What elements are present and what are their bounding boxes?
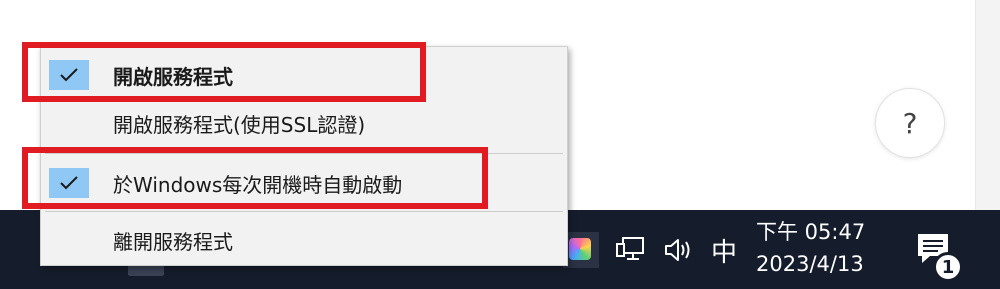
menu-item-start-service-ssl[interactable]: 開啟服務程式(使用SSL認證): [41, 103, 567, 143]
menu-item-label: 離開服務程式: [113, 229, 233, 254]
volume-icon[interactable]: [660, 232, 696, 268]
clock-time: 下午 05:47: [756, 220, 866, 244]
page-scrollbar[interactable]: [975, 0, 1000, 210]
notification-count-badge: 1: [933, 252, 963, 282]
network-icon[interactable]: [612, 232, 650, 268]
menu-separator: [45, 211, 563, 212]
app-tray-icon[interactable]: [569, 238, 591, 260]
taskbar-clock[interactable]: 下午 05:47 2023/4/13: [756, 216, 886, 282]
ime-indicator[interactable]: 中: [704, 230, 744, 270]
highlight-box: [22, 147, 488, 209]
menu-item-label: 開啟服務程式(使用SSL認證): [113, 112, 366, 137]
highlight-box: [22, 42, 426, 102]
clock-date: 2023/4/13: [756, 252, 864, 276]
help-button[interactable]: ?: [875, 88, 945, 158]
menu-item-exit-service[interactable]: 離開服務程式: [41, 220, 567, 260]
screenshot: ? 中 下午 05:47 2023/4/13 1 開啟服務程式 開啟服務程式(使…: [0, 0, 1000, 289]
help-label: ?: [902, 106, 918, 140]
